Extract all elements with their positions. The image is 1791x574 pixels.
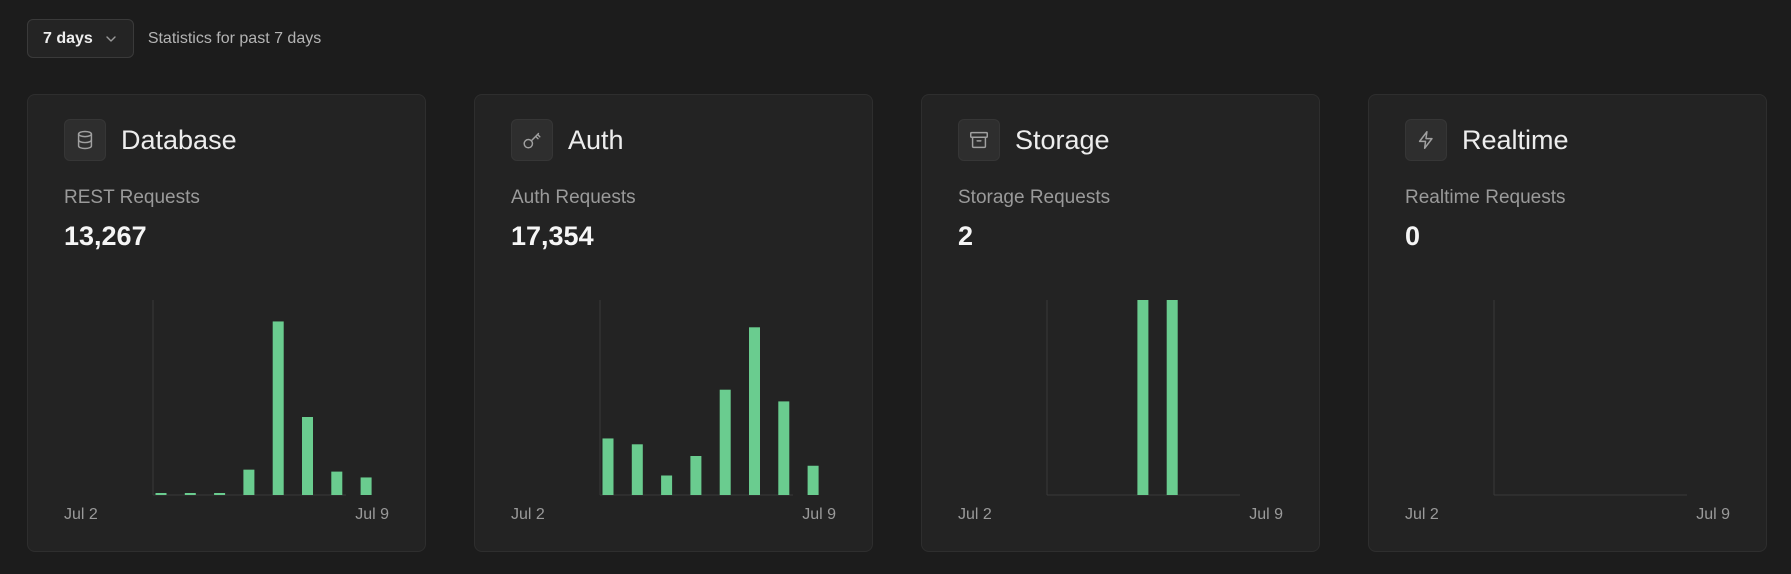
chart-bar[interactable] (214, 493, 226, 495)
usage-cards: Database REST Requests 13,267 Jul 2 Jul … (27, 94, 1767, 552)
requests-bar-chart (1493, 300, 1687, 496)
chart-bar[interactable] (602, 438, 614, 495)
chart-bar[interactable] (690, 456, 702, 495)
chart-bar[interactable] (719, 389, 731, 495)
chart-bar[interactable] (749, 327, 760, 495)
chart-bar[interactable] (302, 417, 313, 495)
requests-bar-chart (599, 300, 819, 496)
x-axis-start-label: Jul 2 (511, 506, 545, 523)
x-axis-end-label: Jul 9 (1249, 506, 1283, 523)
card-realtime[interactable]: Realtime Realtime Requests 0 Jul 2 Jul 9 (1368, 94, 1767, 552)
chart-bar[interactable] (243, 469, 255, 495)
chart-bar[interactable] (778, 401, 790, 495)
card-auth[interactable]: Auth Auth Requests 17,354 Jul 2 Jul 9 (474, 94, 873, 552)
toolbar: 7 days Statistics for past 7 days (27, 19, 321, 58)
chart-bar[interactable] (661, 475, 673, 496)
chart-bar[interactable] (331, 471, 343, 495)
requests-bar-chart (152, 300, 372, 496)
requests-bar-chart (1046, 300, 1240, 496)
period-select-label: 7 days (43, 29, 93, 47)
card-storage[interactable]: Storage Storage Requests 2 Jul 2 Jul 9 (921, 94, 1320, 552)
x-axis-start-label: Jul 2 (1405, 506, 1439, 523)
chart-bar[interactable] (155, 493, 167, 495)
x-axis-start-label: Jul 2 (958, 506, 992, 523)
period-select-button[interactable]: 7 days (27, 19, 134, 58)
chart-bar[interactable] (1166, 300, 1178, 495)
card-database[interactable]: Database REST Requests 13,267 Jul 2 Jul … (27, 94, 426, 552)
period-description: Statistics for past 7 days (147, 29, 322, 47)
x-axis-end-label: Jul 9 (802, 506, 836, 523)
chart-bar[interactable] (272, 321, 284, 495)
chart-bar[interactable] (631, 444, 643, 495)
chart-bar[interactable] (1137, 300, 1149, 495)
chevron-down-icon (106, 35, 116, 42)
chart-bar[interactable] (360, 477, 372, 495)
x-axis-end-label: Jul 9 (355, 506, 389, 523)
x-axis-start-label: Jul 2 (64, 506, 98, 523)
chart-bar[interactable] (807, 465, 819, 495)
x-axis-end-label: Jul 9 (1696, 506, 1730, 523)
chart-bar[interactable] (184, 493, 196, 495)
